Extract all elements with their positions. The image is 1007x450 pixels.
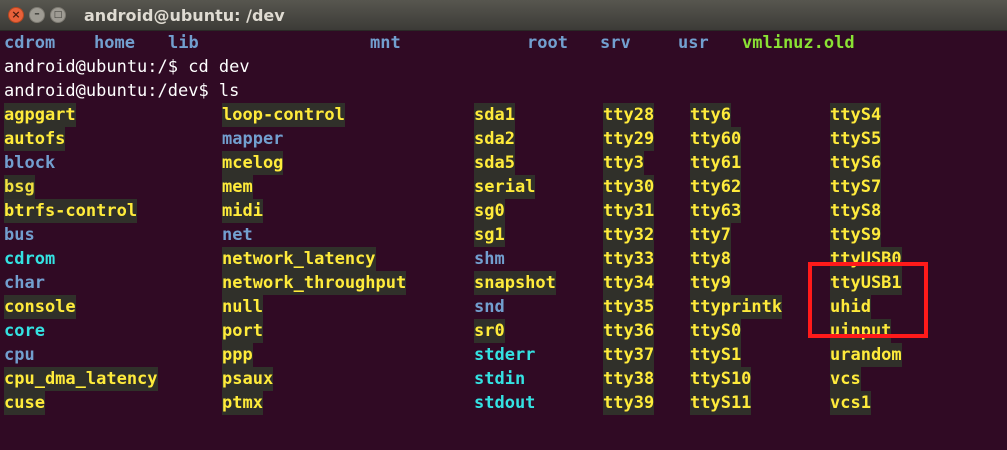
title-bar[interactable]: × – □ android@ubuntu: /dev — [0, 0, 1007, 31]
dev-entry-tty36: tty36 — [603, 319, 655, 343]
dev-entry-agpgart: agpgart — [4, 103, 76, 127]
dev-entry-tty8: tty8 — [690, 247, 731, 271]
dev-entry-ttys9: ttyS9 — [830, 223, 882, 247]
dev-entry-stderr: stderr — [474, 345, 536, 365]
dev-entry-ttys6: ttyS6 — [830, 151, 882, 175]
dev-entry-ttys8: ttyS8 — [830, 199, 882, 223]
dev-entry-tty7: tty7 — [690, 223, 731, 247]
dev-entry-stdout: stdout — [474, 393, 536, 413]
dev-entry-ptmx: ptmx — [222, 391, 263, 415]
dev-entry-sg0: sg0 — [474, 199, 505, 223]
dev-entry-sda1: sda1 — [474, 103, 515, 127]
dev-entry-ttys1: ttyS1 — [690, 343, 742, 367]
dev-entry-tty33: tty33 — [603, 247, 655, 271]
maximize-window-button[interactable]: □ — [50, 7, 66, 23]
terminal-window: × – □ android@ubuntu: /dev cdrom home lib m… — [0, 0, 1007, 450]
dev-entry-ttys10: ttyS10 — [690, 367, 752, 391]
dev-entry-vcs: vcs — [830, 367, 861, 391]
dev-entry-port: port — [222, 319, 263, 343]
dev-entry-snd: snd — [474, 297, 505, 317]
dev-entry-tty34: tty34 — [603, 271, 655, 295]
dev-entry-btrfs-control: btrfs-control — [4, 199, 138, 223]
dev-entry-tty38: tty38 — [603, 367, 655, 391]
dev-entry-cpu-dma-latency: cpu_dma_latency — [4, 367, 158, 391]
root-entry-usr: usr — [678, 33, 709, 53]
dev-entry-mem: mem — [222, 175, 253, 199]
dev-entry-cuse: cuse — [4, 391, 45, 415]
dev-entry-cdrom: cdrom — [4, 249, 56, 269]
dev-entry-tty30: tty30 — [603, 175, 655, 199]
dev-entry-console: console — [4, 295, 76, 319]
dev-entry-tty31: tty31 — [603, 199, 655, 223]
dev-entry-mapper: mapper — [222, 129, 284, 149]
dev-entry-autofs: autofs — [4, 127, 66, 151]
dev-entry-tty29: tty29 — [603, 127, 655, 151]
dev-entry-mcelog: mcelog — [222, 151, 284, 175]
dev-entry-null: null — [222, 295, 263, 319]
dev-entry-tty6: tty6 — [690, 103, 731, 127]
close-window-button[interactable]: × — [8, 7, 24, 23]
dev-entry-ttys11: ttyS11 — [690, 391, 752, 415]
dev-entry-ttys7: ttyS7 — [830, 175, 882, 199]
dev-entry-tty61: tty61 — [690, 151, 742, 175]
dev-entry-ttyprintk: ttyprintk — [690, 295, 783, 319]
dev-entry-urandom: urandom — [830, 343, 902, 367]
root-entry-srv: srv — [600, 33, 631, 53]
dev-entry-ttys0: ttyS0 — [690, 319, 742, 343]
root-entry-home: home — [94, 33, 135, 53]
window-title: android@ubuntu: /dev — [84, 6, 285, 25]
dev-entry-sda5: sda5 — [474, 151, 515, 175]
dev-entry-ttys5: ttyS5 — [830, 127, 882, 151]
dev-entry-core: core — [4, 321, 45, 341]
root-entry-lib: lib — [168, 33, 199, 53]
dev-entry-sda2: sda2 — [474, 127, 515, 151]
root-entry-vmlinuz-old: vmlinuz.old — [742, 33, 855, 53]
dev-entry-tty28: tty28 — [603, 103, 655, 127]
root-entry-cdrom: cdrom — [4, 33, 56, 53]
dev-entry-block: block — [4, 153, 56, 173]
dev-entry-shm: shm — [474, 249, 505, 269]
dev-entry-bsg: bsg — [4, 175, 35, 199]
dev-entry-bus: bus — [4, 225, 35, 245]
dev-entry-stdin: stdin — [474, 369, 526, 389]
root-entry-root: root — [527, 33, 568, 53]
dev-entry-sr0: sr0 — [474, 319, 505, 343]
dev-entry-psaux: psaux — [222, 367, 274, 391]
dev-entry-tty60: tty60 — [690, 127, 742, 151]
dev-entry-cpu: cpu — [4, 345, 35, 365]
dev-entry-tty63: tty63 — [690, 199, 742, 223]
dev-entry-loop-control: loop-control — [222, 103, 345, 127]
dev-entry-tty32: tty32 — [603, 223, 655, 247]
dev-entry-tty3: tty3 — [603, 151, 644, 175]
dev-entry-tty37: tty37 — [603, 343, 655, 367]
dev-entry-tty35: tty35 — [603, 295, 655, 319]
terminal-output[interactable]: cdrom home lib mnt root srv usr vmlinuz.old and… — [0, 31, 1007, 450]
dev-entry-tty62: tty62 — [690, 175, 742, 199]
root-entry-mnt: mnt — [370, 33, 401, 53]
dev-entry-sg1: sg1 — [474, 223, 505, 247]
prompt-ls: android@ubuntu:/dev$ ls — [4, 81, 240, 101]
minimize-window-button[interactable]: – — [29, 7, 45, 23]
dev-entry-vcs1: vcs1 — [830, 391, 871, 415]
dev-entry-tty39: tty39 — [603, 391, 655, 415]
dev-entry-network-latency: network_latency — [222, 247, 376, 271]
dev-entry-snapshot: snapshot — [474, 271, 556, 295]
dev-entry-midi: midi — [222, 199, 263, 223]
highlight-box-ttyusb — [808, 262, 928, 338]
dev-entry-network-throughput: network_throughput — [222, 271, 407, 295]
dev-entry-ttys4: ttyS4 — [830, 103, 882, 127]
dev-entry-tty9: tty9 — [690, 271, 731, 295]
dev-entry-serial: serial — [474, 175, 536, 199]
dev-entry-char: char — [4, 273, 45, 293]
dev-entry-net: net — [222, 225, 253, 245]
prompt-cd-dev: android@ubuntu:/$ cd dev — [4, 57, 250, 77]
dev-entry-ppp: ppp — [222, 343, 253, 367]
